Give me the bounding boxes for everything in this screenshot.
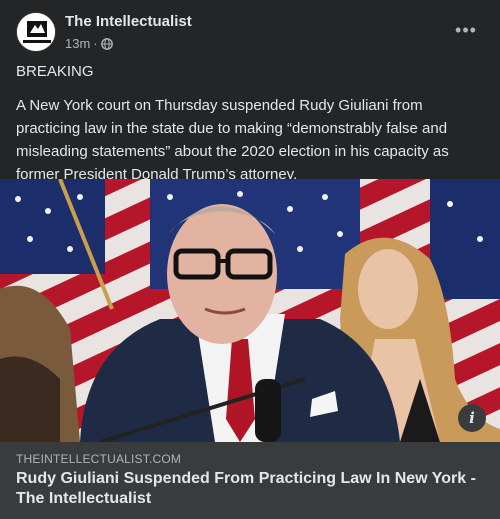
link-title[interactable]: Rudy Giuliani Suspended From Practicing … <box>16 469 486 509</box>
post-meta: 13m · <box>65 36 113 51</box>
post-header: The Intellectualist 13m · ••• <box>16 12 484 56</box>
post-body: A New York court on Thursday suspended R… <box>16 97 449 183</box>
page-name-link[interactable]: The Intellectualist <box>65 13 192 30</box>
page-logo <box>17 13 55 51</box>
link-preview-card[interactable]: THEINTELLECTUALIST.COM Rudy Giuliani Sus… <box>0 442 500 519</box>
more-options-button[interactable]: ••• <box>448 12 484 48</box>
post-text: BREAKING A New York court on Thursday su… <box>16 60 476 186</box>
press-conference-photo <box>0 179 500 442</box>
feed-post: The Intellectualist 13m · ••• BREAKING A… <box>0 0 500 519</box>
post-timestamp[interactable]: 13m <box>65 36 90 51</box>
more-options-icon: ••• <box>455 19 477 40</box>
globe-icon[interactable] <box>100 37 113 50</box>
info-icon: i <box>469 409 475 427</box>
link-preview-image[interactable]: i <box>0 179 500 442</box>
page-avatar[interactable] <box>16 12 56 52</box>
info-button[interactable]: i <box>458 404 486 432</box>
meta-separator: · <box>93 36 98 51</box>
breaking-label: BREAKING <box>16 63 94 80</box>
link-domain: THEINTELLECTUALIST.COM <box>16 452 182 466</box>
